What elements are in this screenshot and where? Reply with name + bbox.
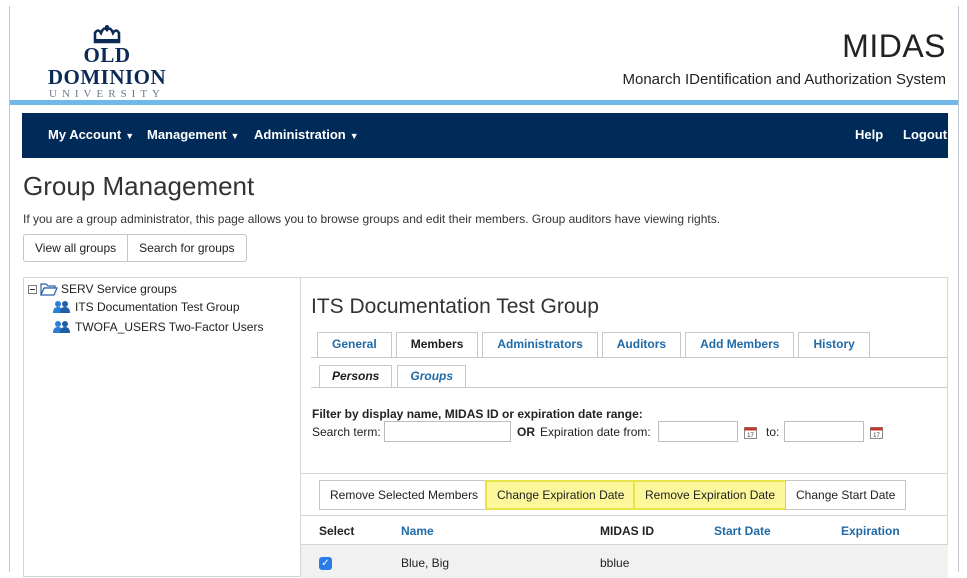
column-header-select: Select — [319, 524, 355, 538]
odu-logo[interactable]: OLD DOMINION UNIVERSITY — [22, 24, 192, 100]
filter-heading: Filter by display name, MIDAS ID or expi… — [312, 407, 643, 421]
expiration-to-label: to: — [766, 425, 780, 439]
group-browse-buttons: View all groups Search for groups — [23, 234, 247, 262]
open-folder-icon — [40, 283, 58, 296]
member-type-tabs: Persons Groups — [319, 365, 467, 387]
app-title: MIDAS — [842, 28, 946, 64]
subtab-groups[interactable]: Groups — [397, 365, 467, 387]
column-header-expiration[interactable]: Expiration — [841, 524, 900, 538]
tabs-divider — [311, 357, 948, 358]
svg-text:17: 17 — [747, 433, 754, 439]
tab-general[interactable]: General — [317, 332, 392, 357]
row-select-checkbox[interactable]: ✓ — [319, 557, 332, 570]
nav-management[interactable]: Management ▼ — [147, 127, 239, 142]
crown-icon — [93, 25, 121, 44]
users-group-icon — [53, 321, 70, 333]
tab-administrators[interactable]: Administrators — [482, 332, 598, 357]
page-frame: OLD DOMINION UNIVERSITY MIDAS Monarch ID… — [9, 6, 959, 578]
search-groups-button[interactable]: Search for groups — [127, 235, 245, 261]
main-navbar: My Account ▼ Management ▼ Administration ▼ … — [22, 113, 948, 158]
app-subtitle: Monarch IDentification and Authorization… — [622, 71, 946, 88]
subtab-persons[interactable]: Persons — [319, 365, 393, 387]
row-name: Blue, Big — [401, 556, 450, 570]
logo-subtext: UNIVERSITY — [49, 88, 165, 100]
change-expiration-date-button[interactable]: Change Expiration Date — [485, 480, 637, 510]
tab-history[interactable]: History — [798, 332, 870, 357]
search-term-input[interactable] — [384, 421, 511, 442]
caret-down-icon: ▼ — [125, 131, 135, 141]
nav-administration[interactable]: Administration ▼ — [254, 127, 359, 142]
group-detail-panel: ITS Documentation Test Group General Mem… — [301, 277, 948, 578]
column-header-midas-id: MIDAS ID — [600, 524, 654, 538]
tree-node-root[interactable]: SERV Service groups — [28, 282, 177, 296]
actions-bottom-divider — [301, 515, 948, 516]
group-tabs: General Members Administrators Auditors … — [317, 332, 870, 357]
remove-selected-members-button[interactable]: Remove Selected Members — [319, 480, 490, 510]
group-tree: SERV Service groups ITS Documentation Te… — [23, 277, 301, 577]
column-header-name[interactable]: Name — [401, 524, 434, 538]
column-header-start-date[interactable]: Start Date — [714, 524, 771, 538]
users-group-icon — [53, 301, 70, 313]
caret-down-icon: ▼ — [230, 131, 240, 141]
tree-node-label: SERV Service groups — [61, 282, 177, 296]
collapse-toggle-icon[interactable] — [28, 284, 37, 294]
logo-wordmark: OLD DOMINION — [47, 43, 167, 89]
tree-node-twofa-users[interactable]: TWOFA_USERS Two-Factor Users — [52, 320, 263, 334]
calendar-icon[interactable]: 17 — [870, 426, 883, 439]
caret-down-icon: ▼ — [349, 131, 359, 141]
search-term-label: Search term: — [312, 425, 381, 439]
tree-node-label: ITS Documentation Test Group — [75, 300, 240, 314]
tab-auditors[interactable]: Auditors — [601, 332, 682, 357]
page-description: If you are a group administrator, this p… — [23, 212, 721, 226]
tree-node-label: TWOFA_USERS Two-Factor Users — [75, 320, 264, 334]
calendar-icon[interactable]: 17 — [744, 426, 757, 439]
subtabs-divider — [311, 387, 948, 388]
svg-text:17: 17 — [873, 433, 880, 439]
change-start-date-button[interactable]: Change Start Date — [785, 480, 907, 510]
tab-members[interactable]: Members — [395, 332, 479, 357]
or-label: OR — [517, 425, 535, 439]
row-midas-id: bblue — [600, 556, 630, 570]
tree-node-its-documentation[interactable]: ITS Documentation Test Group — [52, 300, 240, 314]
header-accent-bar — [10, 100, 958, 105]
nav-logout[interactable]: Logout — [903, 127, 947, 142]
remove-expiration-date-button[interactable]: Remove Expiration Date — [633, 480, 788, 510]
expiration-from-label: Expiration date from: — [540, 425, 651, 439]
nav-help[interactable]: Help — [855, 127, 883, 142]
view-all-groups-button[interactable]: View all groups — [24, 235, 127, 261]
group-title: ITS Documentation Test Group — [311, 295, 599, 318]
tab-add-members[interactable]: Add Members — [685, 332, 795, 357]
expiration-from-input[interactable] — [658, 421, 738, 442]
expiration-to-input[interactable] — [784, 421, 864, 442]
nav-my-account[interactable]: My Account ▼ — [48, 127, 134, 142]
page-title: Group Management — [23, 171, 255, 201]
actions-top-divider — [301, 473, 948, 474]
